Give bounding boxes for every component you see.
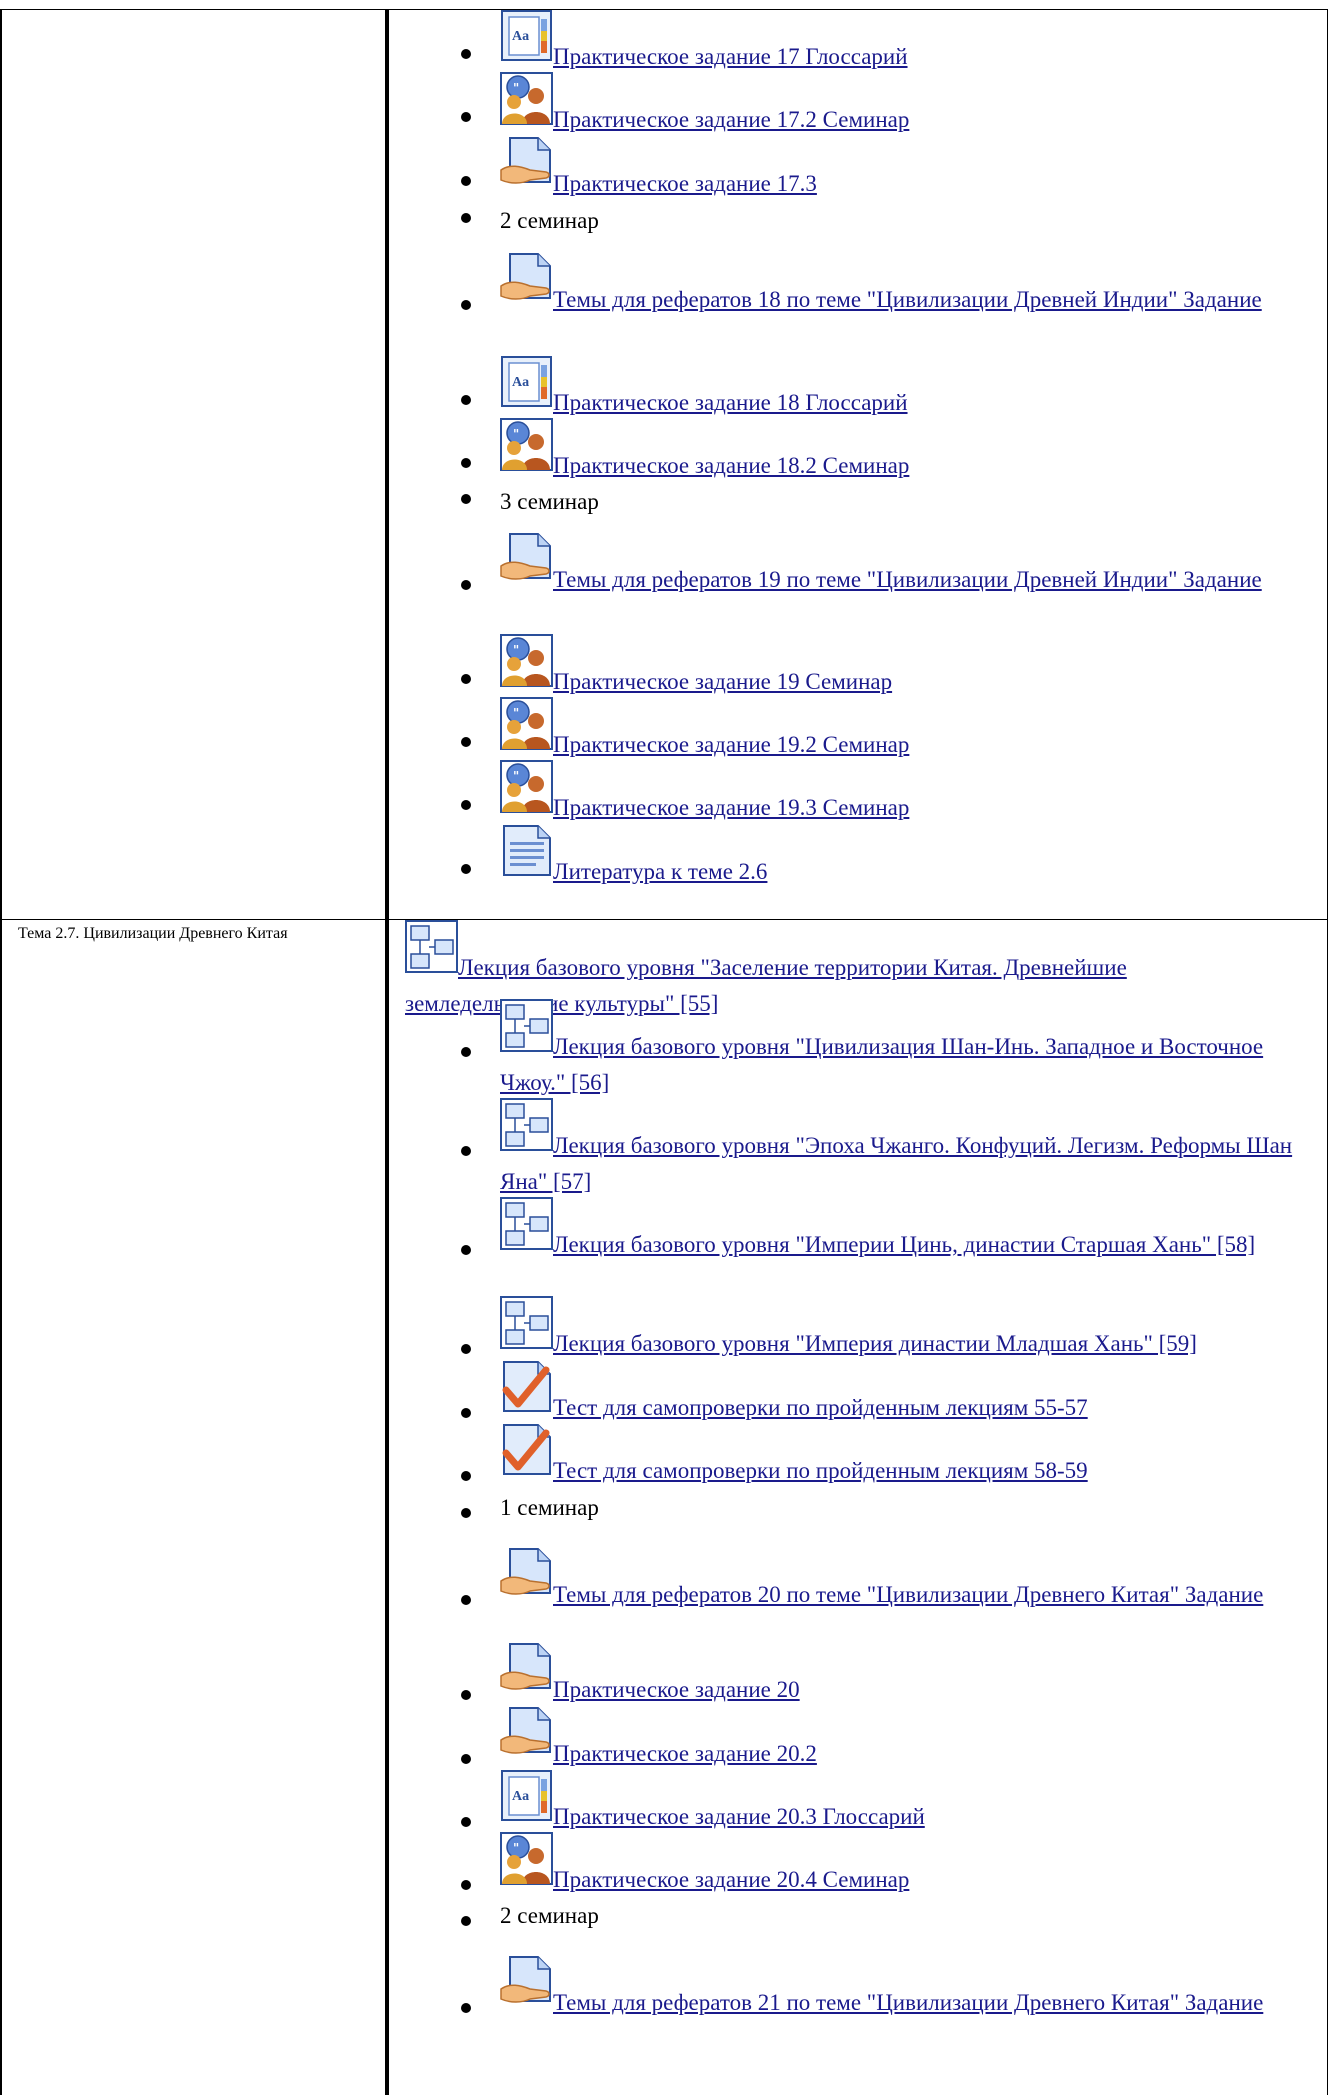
activity-link[interactable]: Практическое задание 18.2 Семинар bbox=[553, 448, 909, 484]
activity-link[interactable]: Тест для самопроверки по пройденным лекц… bbox=[553, 1390, 1088, 1426]
assignment-hand-icon bbox=[500, 1706, 553, 1759]
list-bullet bbox=[461, 1245, 471, 1255]
activity-link[interactable]: Практическое задание 17.3 bbox=[553, 166, 817, 202]
list-bullet bbox=[461, 800, 471, 810]
glossary-icon bbox=[500, 9, 553, 62]
activity-link[interactable]: Лекция базового уровня "Цивилизация Шан-… bbox=[500, 1029, 1300, 1101]
activity-link[interactable]: Практическое задание 19 Семинар bbox=[553, 664, 892, 700]
seminar-icon bbox=[500, 1832, 553, 1885]
topic-content-cell: Практическое задание 17 Глоссарий Практи… bbox=[387, 10, 1328, 920]
list-bullet bbox=[461, 1047, 471, 1057]
list-bullet bbox=[461, 1754, 471, 1764]
section-label: 2 семинар bbox=[500, 1898, 599, 1934]
topic-content-cell: Лекция базового уровня "Заселение террит… bbox=[387, 920, 1328, 2095]
list-bullet bbox=[461, 213, 471, 223]
quiz-check-icon bbox=[500, 1423, 553, 1476]
activity-link[interactable]: Практическое задание 18 Глоссарий bbox=[553, 385, 908, 421]
seminar-icon bbox=[500, 418, 553, 471]
activity-link[interactable]: Темы для рефератов 20 по теме "Цивилизац… bbox=[500, 1577, 1300, 1613]
activity-link[interactable]: Практическое задание 20.3 Глоссарий bbox=[553, 1799, 925, 1835]
list-bullet bbox=[461, 1916, 471, 1926]
list-bullet bbox=[461, 2003, 471, 2013]
list-bullet bbox=[461, 300, 471, 310]
list-bullet bbox=[461, 1344, 471, 1354]
activity-link[interactable]: Лекция базового уровня "Империи Цинь, ди… bbox=[500, 1227, 1320, 1263]
list-bullet bbox=[461, 1690, 471, 1700]
activity-link[interactable]: Темы для рефератов 21 по теме "Цивилизац… bbox=[500, 1985, 1300, 2021]
glossary-icon bbox=[500, 1769, 553, 1822]
list-bullet bbox=[461, 674, 471, 684]
activity-link[interactable]: Практическое задание 17 Глоссарий bbox=[553, 39, 908, 75]
activity-list: Практическое задание 17 Глоссарий Практи… bbox=[6, 10, 1328, 919]
activity-link[interactable]: Практическое задание 20.4 Семинар bbox=[553, 1862, 909, 1898]
list-bullet bbox=[461, 1408, 471, 1418]
section-label: 3 семинар bbox=[500, 484, 599, 520]
activity-link[interactable]: Практическое задание 19.3 Семинар bbox=[553, 790, 909, 826]
list-bullet bbox=[461, 1595, 471, 1605]
list-bullet bbox=[461, 1471, 471, 1481]
list-bullet bbox=[461, 395, 471, 405]
seminar-icon bbox=[500, 72, 553, 125]
activity-link[interactable]: Практическое задание 19.2 Семинар bbox=[553, 727, 909, 763]
document-icon bbox=[500, 824, 553, 877]
list-bullet bbox=[461, 176, 471, 186]
activity-link[interactable]: Лекция базового уровня "Империя династии… bbox=[553, 1326, 1197, 1362]
section-label: 1 семинар bbox=[500, 1490, 599, 1526]
activity-link[interactable]: Тест для самопроверки по пройденным лекц… bbox=[553, 1453, 1088, 1489]
course-page: Практическое задание 17 Глоссарий Практи… bbox=[0, 0, 1328, 2084]
activity-link[interactable]: Практическое задание 17.2 Семинар bbox=[553, 102, 909, 138]
assignment-hand-icon bbox=[500, 1642, 553, 1695]
lesson-icon bbox=[500, 1296, 553, 1349]
activity-link[interactable]: Темы для рефератов 19 по теме "Цивилизац… bbox=[500, 562, 1300, 598]
list-bullet bbox=[461, 864, 471, 874]
list-bullet bbox=[461, 1508, 471, 1518]
activity-link[interactable]: Темы для рефератов 18 по теме "Цивилизац… bbox=[500, 282, 1300, 318]
section-label: 2 семинар bbox=[500, 203, 599, 239]
activity-link[interactable]: Литература к теме 2.6 bbox=[553, 854, 767, 890]
list-bullet bbox=[461, 458, 471, 468]
list-bullet bbox=[461, 112, 471, 122]
seminar-icon bbox=[500, 634, 553, 687]
activity-link[interactable]: Практическое задание 20 bbox=[553, 1672, 800, 1708]
activity-link[interactable]: Практическое задание 20.2 bbox=[553, 1736, 817, 1772]
glossary-icon bbox=[500, 355, 553, 408]
list-bullet bbox=[461, 494, 471, 504]
course-topics-table: Практическое задание 17 Глоссарий Практи… bbox=[0, 9, 1328, 2095]
list-bullet bbox=[461, 580, 471, 590]
seminar-icon bbox=[500, 697, 553, 750]
seminar-icon bbox=[500, 760, 553, 813]
activity-link[interactable]: Лекция базового уровня "Эпоха Чжанго. Ко… bbox=[500, 1128, 1300, 1200]
assignment-hand-icon bbox=[500, 136, 553, 189]
list-bullet bbox=[461, 49, 471, 59]
activity-list: Лекция базового уровня "Заселение террит… bbox=[6, 920, 1328, 2095]
list-bullet bbox=[461, 737, 471, 747]
list-bullet bbox=[461, 1817, 471, 1827]
list-bullet bbox=[461, 1880, 471, 1890]
list-bullet bbox=[461, 1146, 471, 1156]
quiz-check-icon bbox=[500, 1360, 553, 1413]
